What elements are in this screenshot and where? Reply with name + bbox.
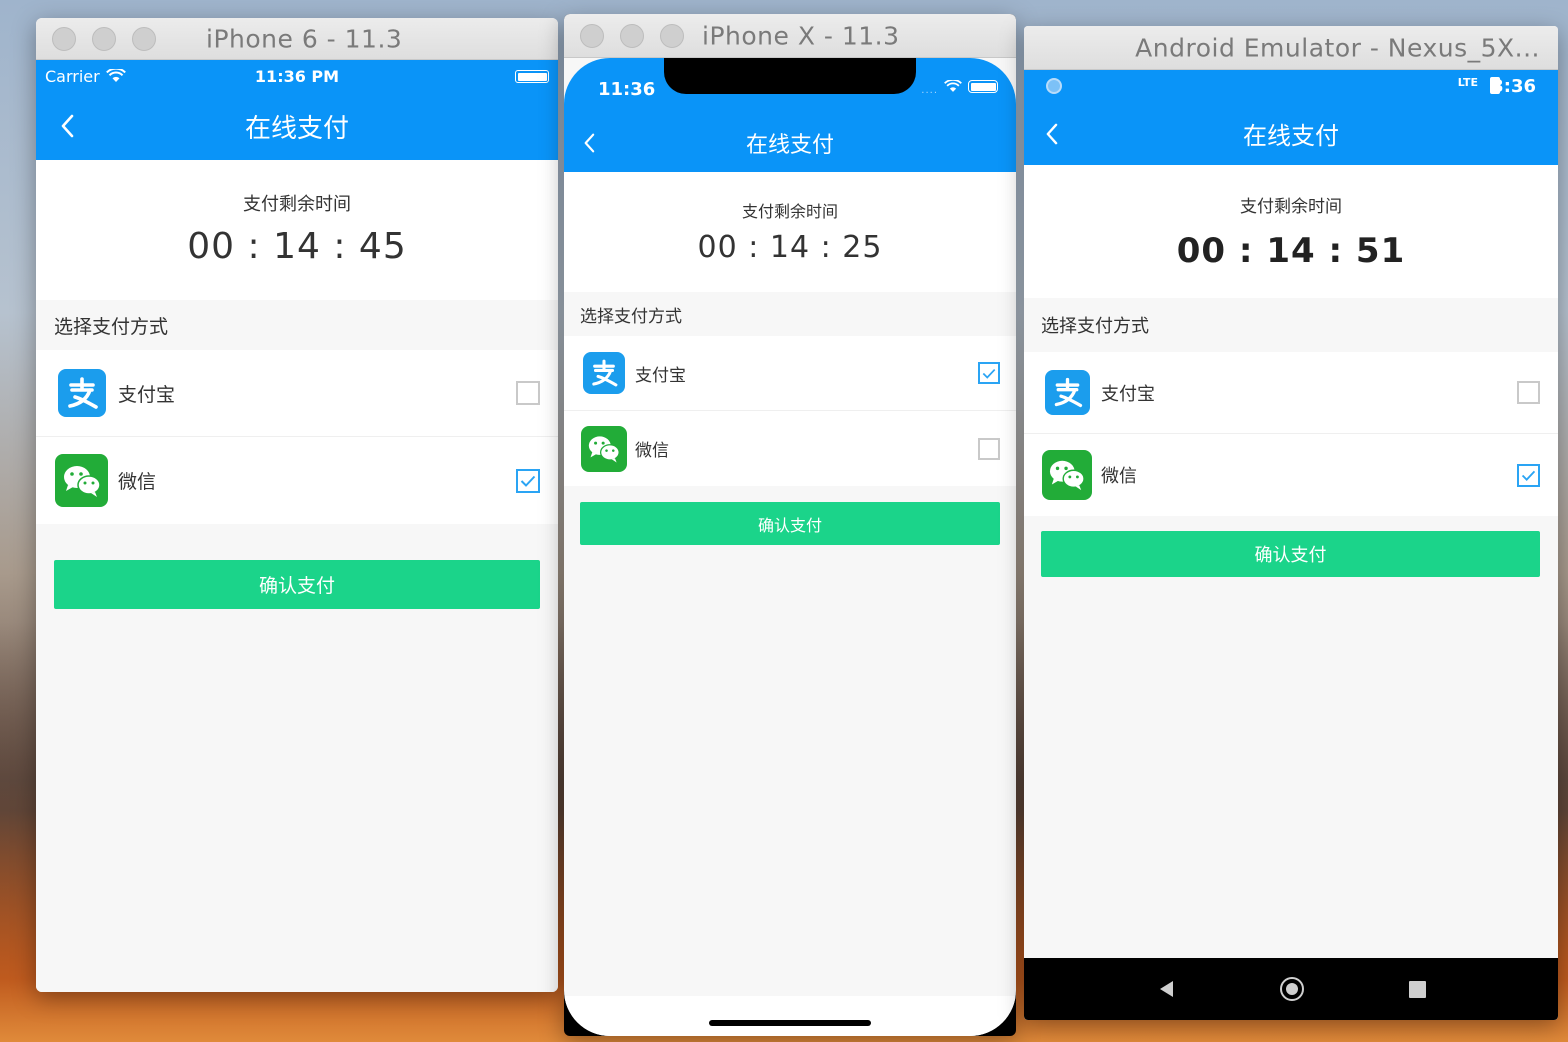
- cellular-signal-icon: ····: [921, 88, 938, 99]
- android-recents-icon[interactable]: [1408, 980, 1426, 998]
- checkmark-icon: [1521, 470, 1536, 481]
- home-indicator[interactable]: [709, 1020, 871, 1026]
- alipay-icon: [1045, 370, 1090, 415]
- payment-method-alipay[interactable]: 支付宝: [1024, 352, 1558, 434]
- iphone6-simulator-window: iPhone 6 - 11.3 Carrier 11:36 PM 在线支付 支付…: [36, 18, 558, 992]
- alipay-icon: [58, 369, 106, 417]
- method-label: 微信: [635, 441, 669, 461]
- payment-method-wechat[interactable]: 微信: [564, 411, 1016, 486]
- nav-bar: 在线支付: [1024, 102, 1558, 165]
- alipay-checkbox[interactable]: [1517, 381, 1540, 404]
- payment-method-heading: 选择支付方式: [54, 315, 169, 338]
- status-bar: Carrier 11:36 PM: [36, 60, 558, 92]
- payment-method-list: 支付宝 微信: [36, 350, 558, 524]
- status-time: 11:36 PM: [254, 66, 340, 86]
- countdown-card: 支付剩余时间 00 : 14 : 25: [564, 172, 1016, 292]
- window-title: Android Emulator - Nexus_5X...: [1135, 33, 1540, 62]
- android-home-icon[interactable]: [1279, 977, 1304, 1001]
- battery-icon: [968, 80, 998, 93]
- nav-bar: 在线支付: [36, 92, 558, 160]
- window-titlebar[interactable]: iPhone X - 11.3: [564, 14, 1016, 58]
- countdown-value: 00 : 14 : 51: [1176, 231, 1406, 271]
- alipay-icon: [583, 352, 625, 394]
- payment-method-wechat[interactable]: 微信: [1024, 434, 1558, 516]
- alipay-checkbox[interactable]: [516, 381, 540, 405]
- battery-icon: [515, 70, 549, 83]
- method-label: 微信: [118, 471, 157, 493]
- wechat-checkbox[interactable]: [1517, 463, 1540, 487]
- lte-signal-icon: LTE: [1457, 76, 1478, 89]
- page-title: 在线支付: [244, 113, 349, 144]
- payment-method-list: 支付宝 微信: [564, 336, 1016, 486]
- countdown-label: 支付剩余时间: [1240, 197, 1342, 217]
- device-notch: [664, 58, 916, 94]
- status-time: 11:36: [598, 78, 656, 100]
- iphonex-simulator-window: iPhone X - 11.3 11:36 ···· 在线支付 支付剩余时间 0…: [564, 14, 1016, 1036]
- device-screen: LTE 3:36 在线支付 支付剩余时间 00 : 14 : 51 选择支付方式…: [1024, 70, 1558, 1020]
- wechat-icon: [55, 454, 108, 507]
- payment-method-alipay[interactable]: 支付宝: [36, 350, 558, 437]
- payment-method-heading: 选择支付方式: [580, 306, 682, 327]
- android-navigation-bar: [1024, 958, 1558, 1020]
- android-back-icon[interactable]: [1157, 979, 1175, 999]
- device-screen: 11:36 ···· 在线支付 支付剩余时间 00 : 14 : 25 选择支付…: [564, 58, 1016, 1036]
- method-label: 支付宝: [118, 383, 176, 406]
- countdown-value: 00 : 14 : 45: [187, 226, 407, 267]
- confirm-payment-button[interactable]: 确认支付: [1041, 531, 1540, 577]
- method-label: 支付宝: [635, 365, 686, 386]
- confirm-payment-button[interactable]: 确认支付: [580, 502, 1000, 545]
- checkmark-icon: [982, 368, 996, 379]
- home-area: [564, 996, 1016, 1036]
- checkmark-icon: [520, 475, 536, 487]
- window-titlebar[interactable]: Android Emulator - Nexus_5X...: [1024, 26, 1558, 70]
- android-emulator-window: Android Emulator - Nexus_5X... LTE 3:36 …: [1024, 26, 1558, 1020]
- wechat-icon: [581, 425, 627, 472]
- zoom-window-button[interactable]: [660, 23, 684, 48]
- countdown-card: 支付剩余时间 00 : 14 : 45: [36, 160, 558, 300]
- notification-dot-icon: [1046, 78, 1062, 94]
- countdown-label: 支付剩余时间: [741, 202, 838, 221]
- nav-bar: 在线支付: [564, 114, 1016, 172]
- minimize-window-button[interactable]: [620, 23, 644, 48]
- header: LTE 3:36 在线支付: [1024, 70, 1558, 165]
- countdown-value: 00 : 14 : 25: [697, 230, 883, 265]
- device-screen: Carrier 11:36 PM 在线支付 支付剩余时间 00 : 14 : 4…: [36, 60, 558, 992]
- page-title: 在线支付: [1243, 122, 1339, 150]
- close-window-button[interactable]: [52, 26, 76, 51]
- alipay-checkbox[interactable]: [978, 362, 1000, 384]
- zoom-window-button[interactable]: [132, 26, 156, 51]
- close-window-button[interactable]: [580, 23, 604, 48]
- payment-method-heading: 选择支付方式: [1041, 316, 1149, 337]
- countdown-card: 支付剩余时间 00 : 14 : 51: [1024, 165, 1558, 298]
- back-arrow-icon[interactable]: [574, 123, 604, 163]
- back-arrow-icon[interactable]: [1036, 114, 1066, 154]
- payment-method-list: 支付宝 微信: [1024, 352, 1558, 516]
- window-title: iPhone 6 - 11.3: [206, 24, 403, 53]
- page-title: 在线支付: [745, 133, 834, 158]
- confirm-payment-button[interactable]: 确认支付: [54, 560, 540, 609]
- window-titlebar[interactable]: iPhone 6 - 11.3: [36, 18, 558, 60]
- wechat-checkbox[interactable]: [516, 468, 540, 493]
- status-time: 3:36: [1491, 75, 1536, 97]
- method-label: 微信: [1101, 466, 1137, 487]
- header: Carrier 11:36 PM 在线支付: [36, 60, 558, 160]
- wifi-icon: [944, 80, 962, 93]
- payment-method-wechat[interactable]: 微信: [36, 437, 558, 524]
- status-bar: LTE 3:36: [1024, 70, 1558, 102]
- back-arrow-icon[interactable]: [52, 106, 82, 146]
- window-title: iPhone X - 11.3: [702, 21, 900, 50]
- countdown-label: 支付剩余时间: [243, 194, 351, 215]
- wechat-icon: [1042, 450, 1092, 500]
- payment-method-alipay[interactable]: 支付宝: [564, 336, 1016, 411]
- method-label: 支付宝: [1101, 383, 1155, 405]
- wechat-checkbox[interactable]: [978, 437, 1000, 460]
- minimize-window-button[interactable]: [92, 26, 116, 51]
